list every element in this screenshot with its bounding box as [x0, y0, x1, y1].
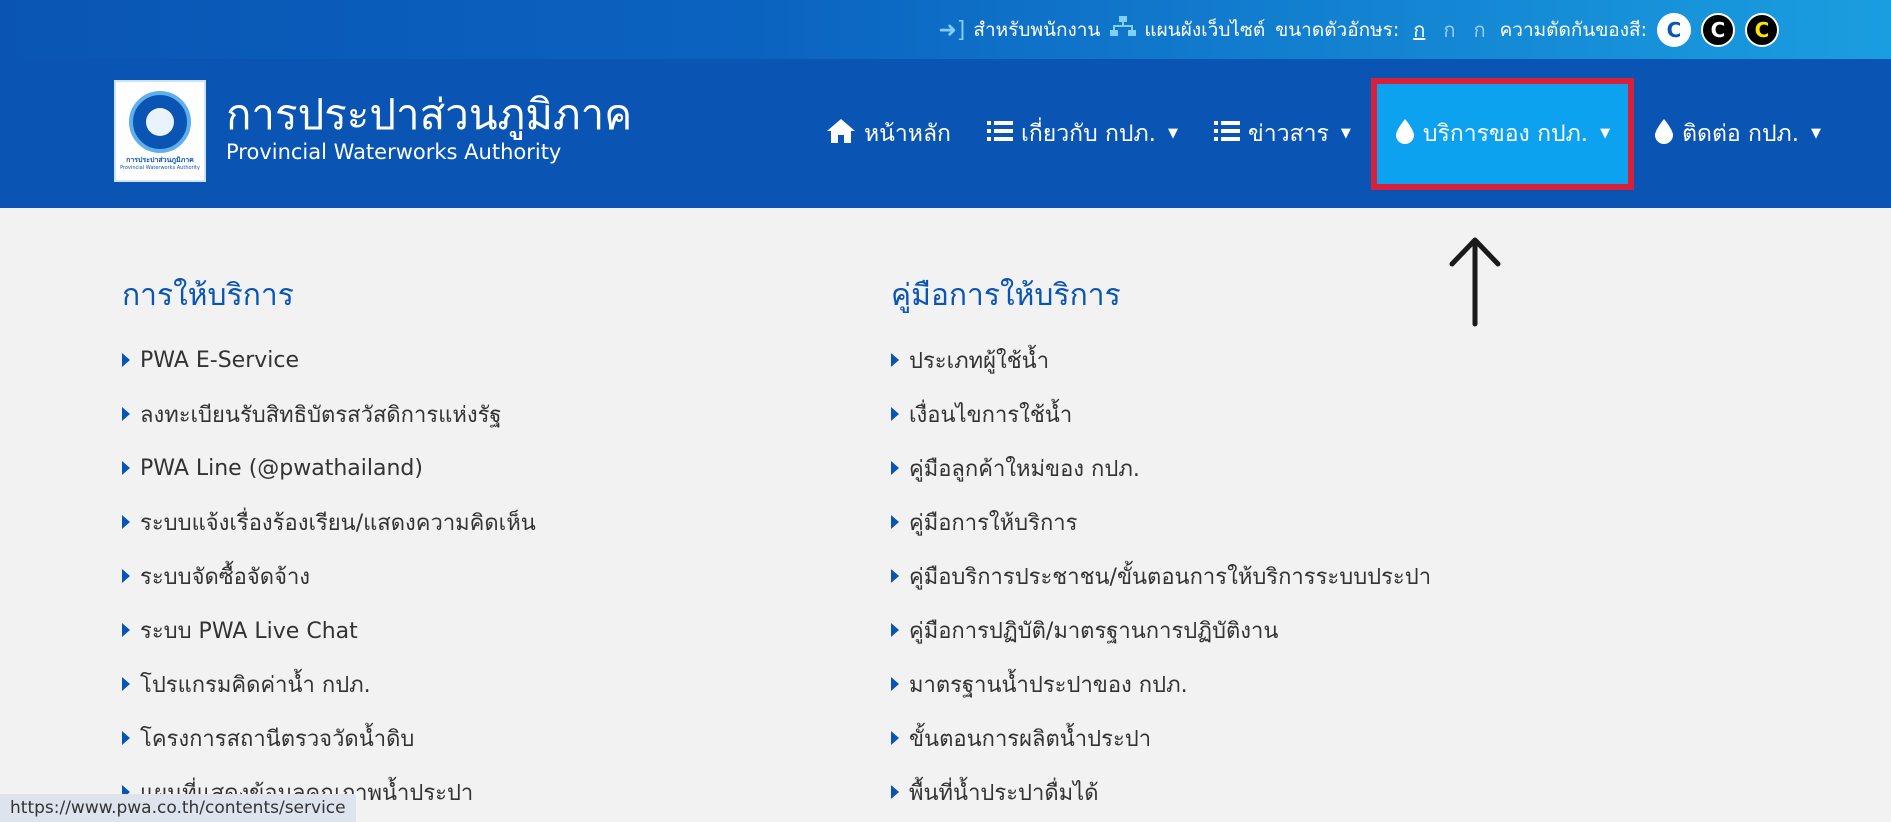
menu-link[interactable]: คู่มือลูกค้าใหม่ของ กปภ.	[891, 441, 1431, 495]
water-drop-icon	[1654, 118, 1674, 150]
logo-emblem	[129, 90, 191, 153]
caret-right-icon	[122, 569, 130, 583]
logo-text: การประปาส่วนภูมิภาค Provincial Waterwork…	[120, 155, 200, 171]
site-header: การประปาส่วนภูมิภาค Provincial Waterwork…	[0, 59, 1891, 208]
nav-about-label: เกี่ยวกับ กปภ.	[1020, 120, 1156, 147]
sitemap-link[interactable]: แผนผังเว็บไซต์	[1110, 15, 1265, 45]
caret-right-icon	[891, 731, 899, 745]
service-manual-column: คู่มือการให้บริการ ประเภทผู้ใช้น้ำ เงื่อ…	[891, 272, 1431, 819]
nav-contact[interactable]: ติดต่อ กปภ. ▼	[1636, 84, 1839, 184]
caret-right-icon	[891, 353, 899, 367]
sitemap-label: แผนผังเว็บไซต์	[1144, 19, 1266, 41]
services-column: การให้บริการ PWA E-Service ลงทะเบียนรับส…	[122, 272, 536, 819]
menu-link[interactable]: PWA E-Service	[122, 333, 536, 387]
nav-home[interactable]: หน้าหลัก	[808, 84, 969, 184]
nav-home-label: หน้าหลัก	[864, 120, 951, 147]
caret-right-icon	[891, 515, 899, 529]
staff-label: สำหรับพนักงาน	[973, 19, 1101, 41]
nav-services-label: บริการของ กปภ.	[1422, 120, 1589, 147]
main-nav: หน้าหลัก เกี่ยวกับ กปภ. ▼ ข่าวสาร ▼ บริก…	[808, 59, 1839, 208]
caret-right-icon	[122, 731, 130, 745]
sign-in-icon: ➜]	[938, 17, 966, 43]
nav-services[interactable]: บริการของ กปภ. ▼	[1370, 77, 1635, 190]
menu-link[interactable]: ระบบ PWA Live Chat	[122, 603, 536, 657]
caret-right-icon	[891, 461, 899, 475]
caret-right-icon	[891, 407, 899, 421]
contrast-white-on-black-button[interactable]: C	[1701, 13, 1735, 47]
font-size-medium[interactable]: ก	[1439, 14, 1459, 46]
menu-link[interactable]: คู่มือบริการประชาชน/ขั้นตอนการให้บริการร…	[891, 549, 1431, 603]
caret-right-icon	[891, 677, 899, 691]
menu-link[interactable]: เงื่อนไขการใช้น้ำ	[891, 387, 1431, 441]
menu-link[interactable]: โครงการสถานีตรวจวัดน้ำดิบ	[122, 711, 536, 765]
caret-right-icon	[891, 623, 899, 637]
services-column-title: การให้บริการ	[122, 278, 294, 313]
service-manual-column-title: คู่มือการให้บริการ	[891, 278, 1121, 313]
menu-link[interactable]: มาตรฐานน้ำประปาของ กปภ.	[891, 657, 1431, 711]
contrast-yellow-on-black-button[interactable]: C	[1745, 13, 1779, 47]
menu-link[interactable]: คู่มือการปฏิบัติ/มาตรฐานการปฏิบัติงาน	[891, 603, 1431, 657]
font-size-label: ขนาดตัวอักษร:	[1275, 19, 1400, 41]
sitemap-icon	[1110, 16, 1137, 44]
menu-link[interactable]: โปรแกรมคิดค่าน้ำ กปภ.	[122, 657, 536, 711]
menu-link[interactable]: ประเภทผู้ใช้น้ำ	[891, 333, 1431, 387]
caret-right-icon	[122, 353, 130, 367]
caret-right-icon	[122, 515, 130, 529]
arrow-up-annotation	[1449, 237, 1501, 327]
list-icon	[986, 120, 1013, 148]
menu-link[interactable]: ขั้นตอนการผลิตน้ำประปา	[891, 711, 1431, 765]
font-size-large[interactable]: ก	[1469, 14, 1489, 46]
utility-bar: ➜] สำหรับพนักงาน แผนผังเว็บไซต์ ขนาดตัวอ…	[0, 0, 1891, 59]
staff-link[interactable]: ➜] สำหรับพนักงาน	[938, 15, 1100, 45]
nav-news-label: ข่าวสาร	[1248, 120, 1329, 147]
pwa-logo[interactable]: การประปาส่วนภูมิภาค Provincial Waterwork…	[114, 80, 206, 182]
menu-link[interactable]: พื้นที่น้ำประปาดื่มได้	[891, 765, 1431, 819]
nav-news[interactable]: ข่าวสาร ▼	[1196, 84, 1369, 184]
status-bar-url: https://www.pwa.co.th/contents/service	[0, 794, 356, 822]
caret-right-icon	[891, 569, 899, 583]
menu-link[interactable]: ระบบแจ้งเรื่องร้องเรียน/แสดงความคิดเห็น	[122, 495, 536, 549]
menu-link[interactable]: ลงทะเบียนรับสิทธิบัตรสวัสดิการแห่งรัฐ	[122, 387, 536, 441]
chevron-down-icon: ▼	[1168, 126, 1178, 141]
caret-right-icon	[891, 785, 899, 799]
contrast-default-button[interactable]: C	[1657, 13, 1691, 47]
list-icon	[1214, 120, 1240, 148]
nav-about[interactable]: เกี่ยวกับ กปภ. ▼	[969, 84, 1196, 184]
contrast-label: ความตัดกันของสี:	[1499, 19, 1647, 41]
chevron-down-icon: ▼	[1811, 126, 1822, 141]
water-drop-icon	[1395, 118, 1415, 150]
font-size-small[interactable]: ก	[1409, 14, 1429, 46]
home-icon	[826, 118, 856, 150]
chevron-down-icon: ▼	[1600, 126, 1611, 141]
menu-link[interactable]: ระบบจัดซื้อจัดจ้าง	[122, 549, 536, 603]
caret-right-icon	[122, 623, 130, 637]
caret-right-icon	[122, 677, 130, 691]
caret-right-icon	[122, 407, 130, 421]
brand-name-thai: การประปาส่วนภูมิภาค	[226, 90, 633, 139]
brand-title[interactable]: การประปาส่วนภูมิภาค Provincial Waterwork…	[226, 91, 632, 165]
utility-links: ➜] สำหรับพนักงาน แผนผังเว็บไซต์ ขนาดตัวอ…	[938, 10, 1779, 50]
brand-name-english: Provincial Waterworks Authority	[226, 140, 562, 164]
chevron-down-icon: ▼	[1340, 126, 1351, 141]
nav-contact-label: ติดต่อ กปภ.	[1682, 120, 1800, 147]
caret-right-icon	[122, 461, 130, 475]
menu-link[interactable]: PWA Line (@pwathailand)	[122, 441, 536, 495]
menu-link[interactable]: คู่มือการให้บริการ	[891, 495, 1431, 549]
